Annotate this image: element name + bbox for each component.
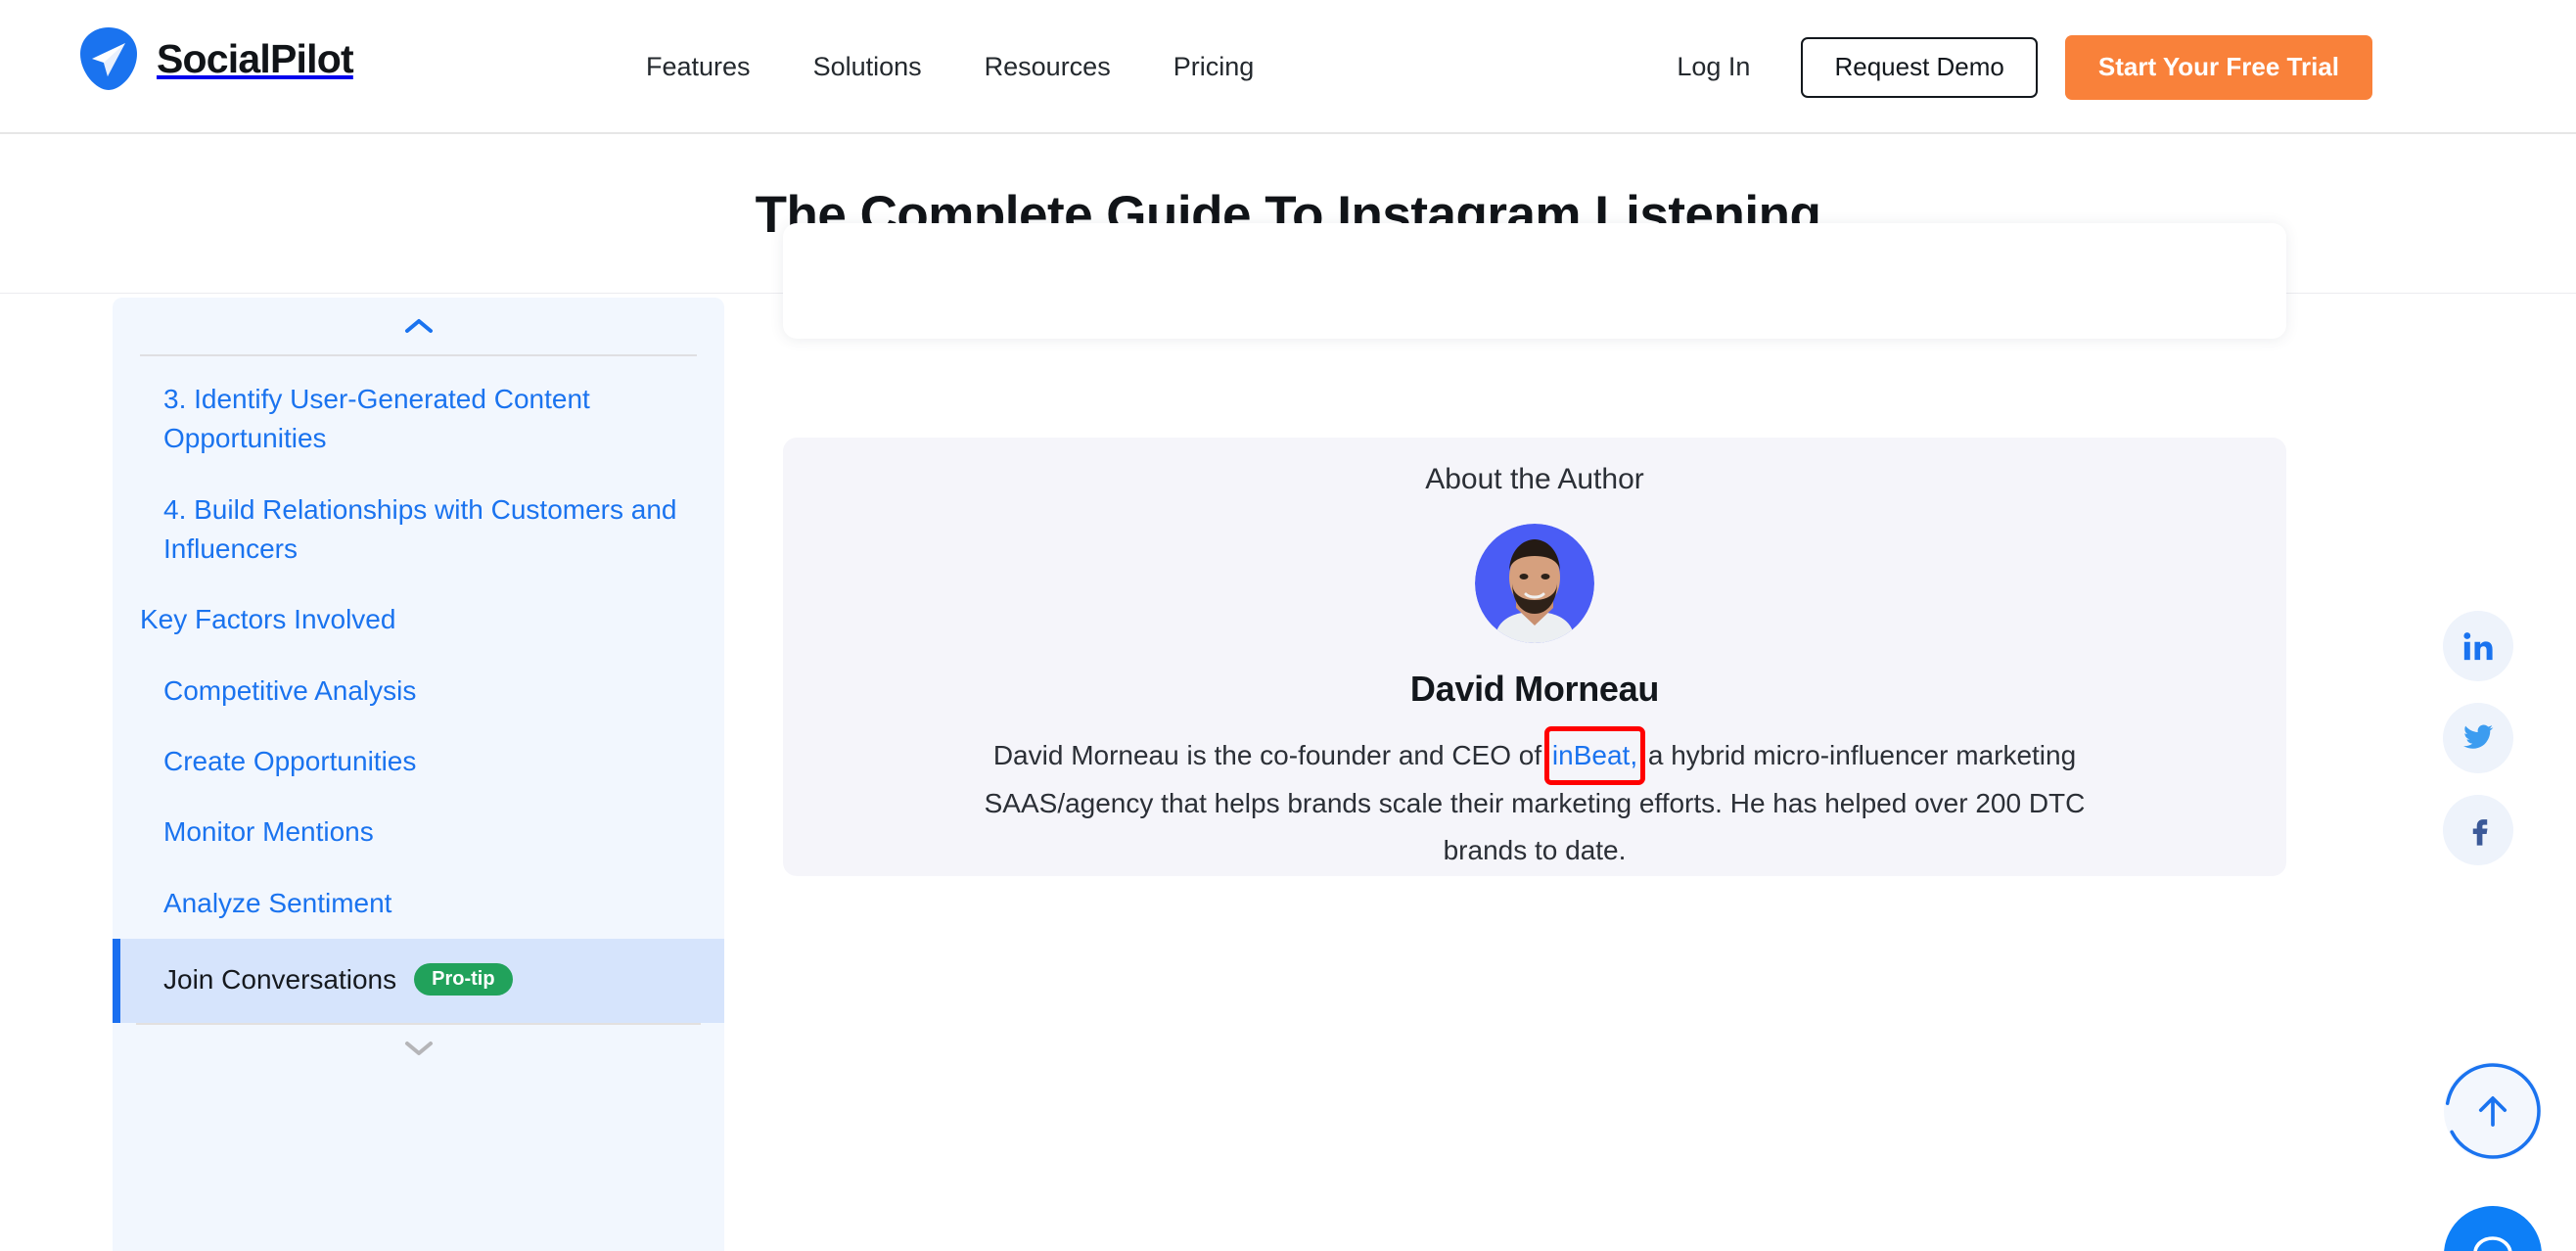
chevron-up-icon	[404, 319, 433, 333]
author-name: David Morneau	[1409, 669, 1660, 709]
main-nav: Features Solutions Resources Pricing	[615, 0, 1285, 134]
toc-item-create-opportunities[interactable]: Create Opportunities	[113, 726, 724, 797]
login-link[interactable]: Log In	[1677, 52, 1801, 82]
table-of-contents: 3. Identify User-Generated Content Oppor…	[113, 298, 724, 1251]
facebook-icon	[2472, 819, 2488, 846]
social-share-rail	[2443, 611, 2513, 865]
request-demo-button[interactable]: Request Demo	[1801, 36, 2038, 98]
share-facebook-button[interactable]	[2443, 795, 2513, 865]
toc-expand-down-button[interactable]	[113, 1025, 724, 1070]
share-twitter-button[interactable]	[2443, 703, 2513, 773]
author-bio-text: David Morneau is the co-founder and CEO …	[982, 725, 2088, 874]
nav-item-pricing[interactable]: Pricing	[1142, 0, 1286, 134]
inbeat-link-highlight: inBeat,	[1543, 725, 1646, 786]
brand-name: SocialPilot	[157, 35, 354, 81]
toc-list: 3. Identify User-Generated Content Oppor…	[113, 356, 724, 1024]
author-avatar-icon	[1475, 524, 1594, 643]
toc-item-analyze-sentiment[interactable]: Analyze Sentiment	[113, 868, 724, 939]
header-actions: Log In Request Demo Start Your Free Tria…	[1677, 0, 2372, 134]
toc-item-label: Join Conversations	[163, 963, 397, 995]
brand-logo-link[interactable]: SocialPilot	[78, 25, 354, 92]
nav-item-solutions[interactable]: Solutions	[782, 0, 953, 134]
content-card-above	[783, 223, 2286, 339]
paper-plane-logo-icon	[80, 27, 137, 90]
bio-text-before: David Morneau is the co-founder and CEO …	[992, 740, 1549, 770]
page-root: SocialPilot Features Solutions Resources…	[0, 0, 2576, 1251]
site-header: SocialPilot Features Solutions Resources…	[0, 0, 2576, 134]
avatar	[1475, 524, 1594, 643]
inbeat-link[interactable]: inBeat,	[1552, 740, 1637, 770]
chevron-down-icon	[404, 1042, 433, 1056]
share-linkedin-button[interactable]	[2443, 611, 2513, 681]
chat-bubble-icon	[2473, 1236, 2512, 1251]
twitter-icon	[2463, 724, 2494, 749]
toc-item-key-factors[interactable]: Key Factors Involved	[113, 584, 724, 655]
toc-item-identify-ugc[interactable]: 3. Identify User-Generated Content Oppor…	[113, 364, 724, 475]
toc-item-competitive-analysis[interactable]: Competitive Analysis	[113, 656, 724, 726]
arrow-up-icon	[2478, 1096, 2507, 1127]
nav-item-resources[interactable]: Resources	[953, 0, 1142, 134]
about-the-author-label: About the Author	[1425, 463, 1644, 495]
pro-tip-badge: Pro-tip	[414, 963, 513, 996]
body-area: 3. Identify User-Generated Content Oppor…	[0, 223, 2576, 1251]
start-free-trial-button[interactable]: Start Your Free Trial	[2064, 34, 2372, 100]
author-bio-card: About the Author David Morneau David Mor…	[783, 438, 2286, 876]
toc-item-monitor-mentions[interactable]: Monitor Mentions	[113, 797, 724, 867]
toc-collapse-up-button[interactable]	[113, 303, 724, 348]
nav-item-features[interactable]: Features	[615, 0, 782, 134]
toc-item-build-relationships[interactable]: 4. Build Relationships with Customers an…	[113, 475, 724, 585]
scroll-to-top-button[interactable]	[2444, 1062, 2542, 1160]
linkedin-icon	[2463, 632, 2493, 661]
toc-item-join-conversations[interactable]: Join Conversations Pro-tip	[113, 938, 724, 1024]
